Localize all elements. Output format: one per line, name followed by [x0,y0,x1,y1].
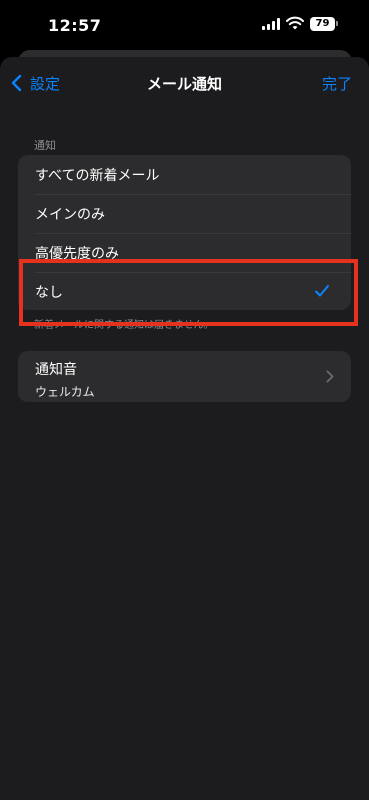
done-button[interactable]: 完了 [322,73,352,94]
option-label: すべての新着メール [35,167,160,184]
notify-section-header: 通知 [34,139,56,152]
option-label: メインのみ [35,206,105,223]
option-main-only[interactable]: メインのみ [18,194,351,233]
navigation-bar: 設定 メール通知 完了 [0,57,369,109]
highlight-box [19,259,358,326]
battery-icon: 79 [310,17,335,31]
battery-tip [336,21,338,26]
cellular-signal-icon [262,18,282,30]
status-time: 12:57 [48,16,102,35]
wifi-icon [286,16,304,30]
page-title: メール通知 [146,75,222,93]
sound-title: 通知音 [35,362,77,378]
option-all-new-mail[interactable]: すべての新着メール [18,155,351,194]
status-bar: 12:57 79 [0,0,369,50]
sound-value: ウェルカム [35,385,95,399]
notification-sound-row[interactable]: 通知音 ウェルカム [18,351,351,402]
chevron-right-icon [326,370,334,383]
mail-notification-sheet: 設定 メール通知 完了 通知 すべての新着メール メインのみ 高優先度のみ なし… [0,57,369,800]
battery-level: 79 [315,18,330,29]
sound-settings-group: 通知音 ウェルカム [18,351,351,402]
